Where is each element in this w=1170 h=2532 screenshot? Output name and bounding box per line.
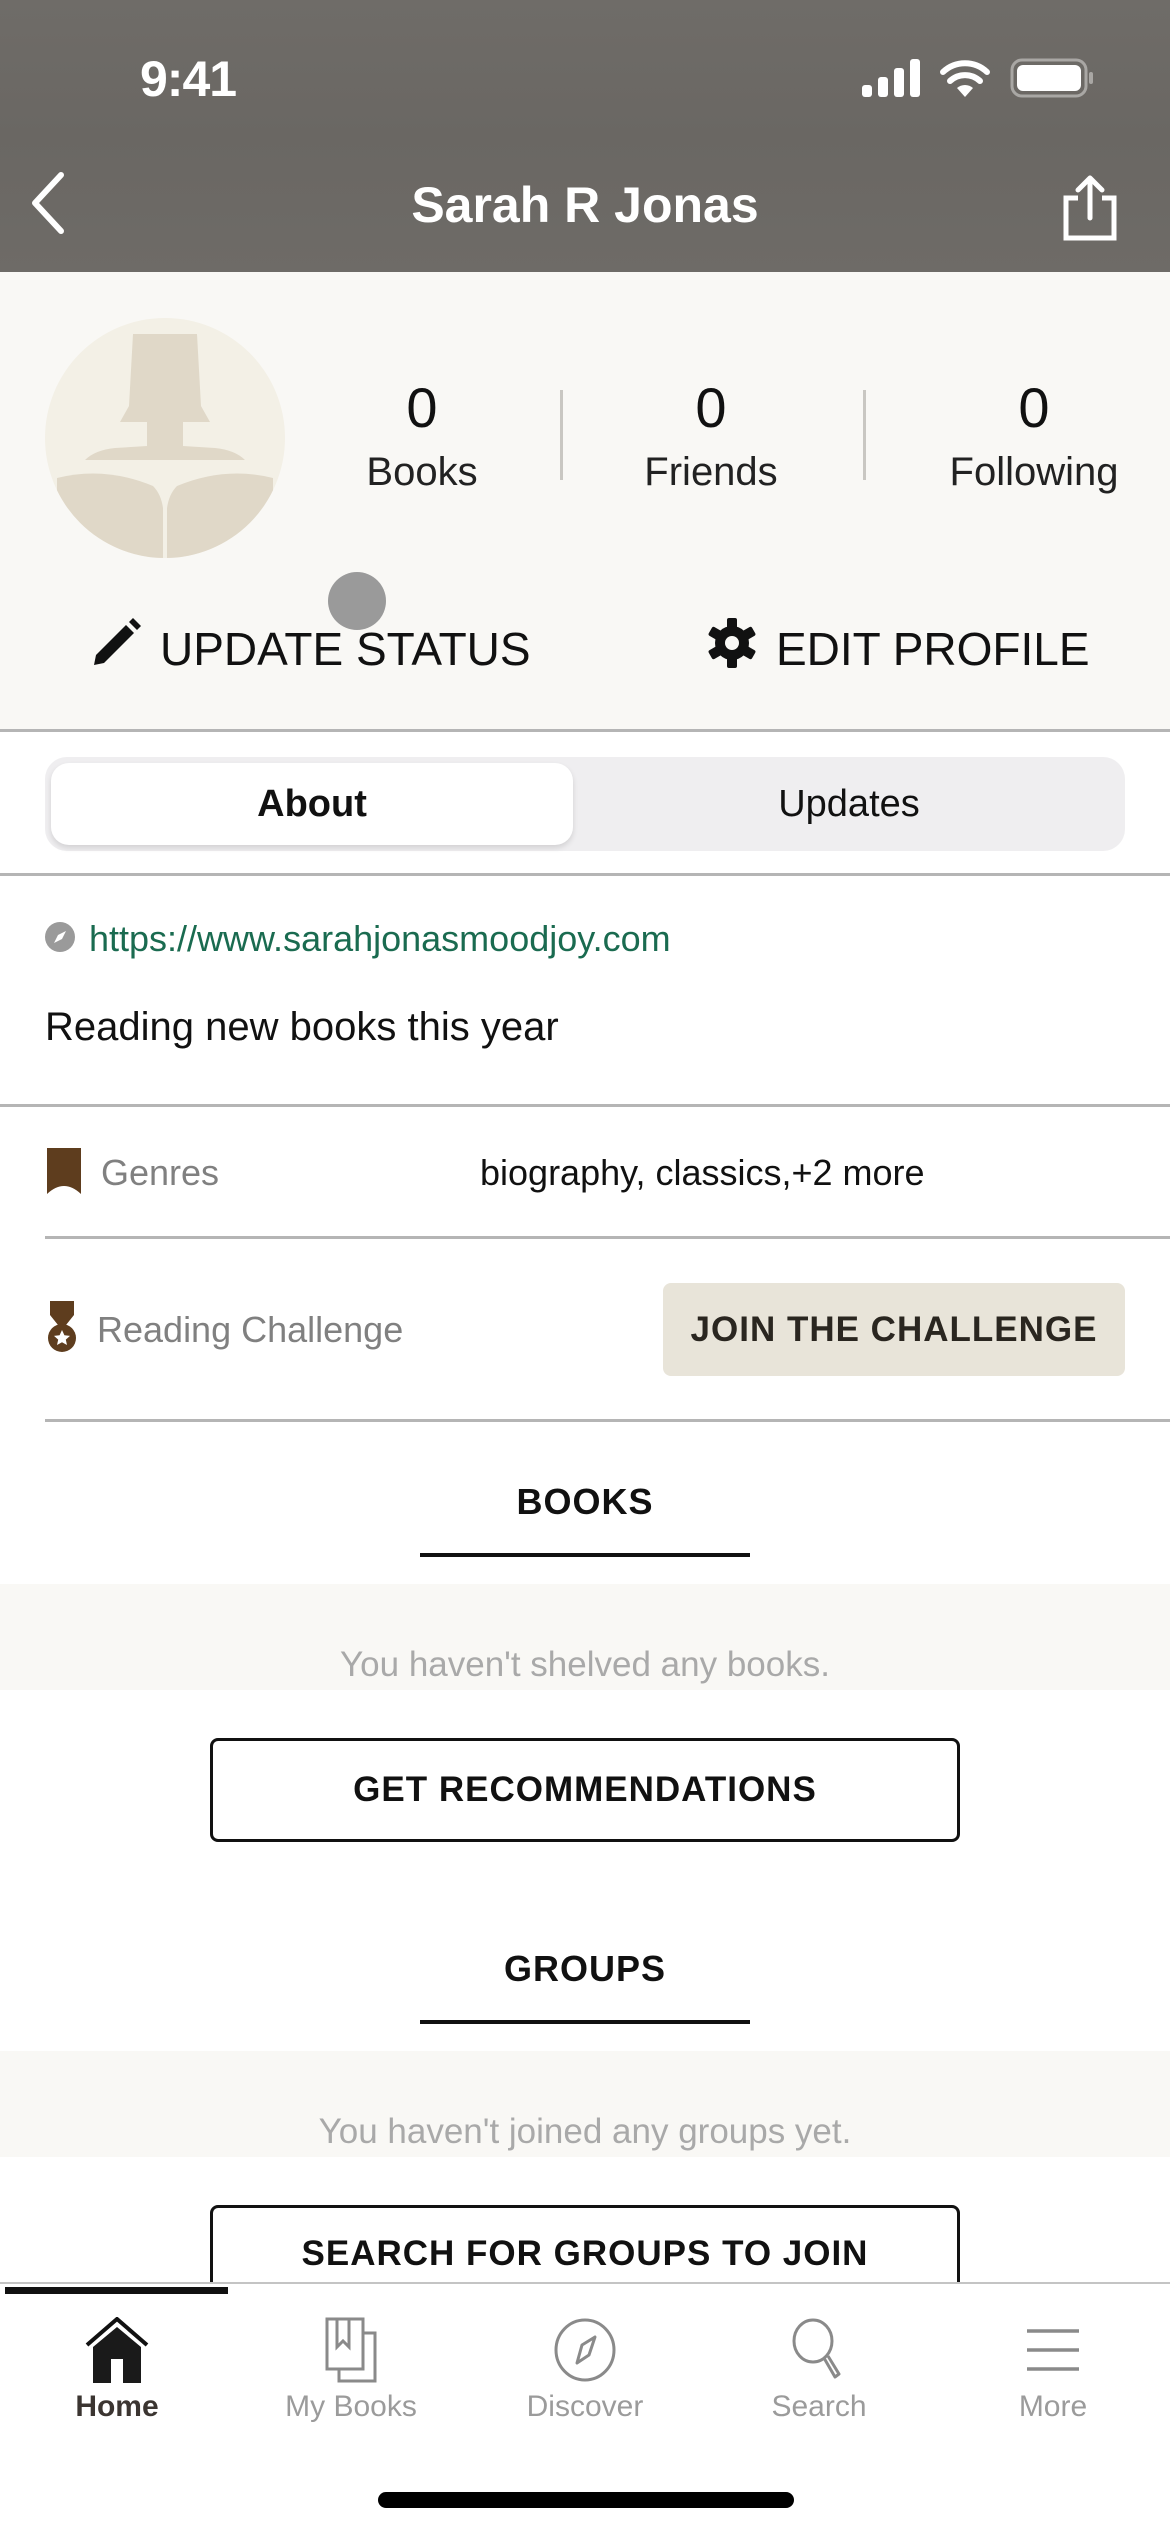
profile-summary: 0 Books 0 Friends 0 Following UPDATE STA… — [0, 272, 1170, 730]
stat-friends[interactable]: 0 Friends — [601, 380, 821, 495]
tab-search-label: Search — [771, 2390, 867, 2423]
profile-tabs: About Updates — [45, 757, 1125, 851]
avatar[interactable] — [45, 318, 285, 558]
get-recommendations-button[interactable]: GET RECOMMENDATIONS — [210, 1738, 960, 1842]
groups-section-title: GROUPS — [503, 1948, 667, 1989]
reading-challenge-row: Reading Challenge JOIN THE CHALLENGE — [45, 1283, 1125, 1376]
divider — [45, 1419, 1170, 1422]
genres-row[interactable]: Genres biography, classics,+2 more — [45, 1145, 1125, 1201]
bio-text: Reading new books this year — [45, 1005, 559, 1049]
medal-icon — [45, 1301, 79, 1358]
tab-more[interactable]: More — [936, 2284, 1170, 2454]
divider — [0, 873, 1170, 876]
website-url[interactable]: https://www.sarahjonasmoodjoy.com — [89, 918, 671, 960]
edit-profile-label: EDIT PROFILE — [776, 622, 1090, 675]
menu-icon — [1013, 2310, 1093, 2390]
stat-books-value: 0 — [406, 376, 438, 439]
books-section-title: BOOKS — [516, 1481, 654, 1522]
stat-divider — [560, 390, 563, 480]
page-title: Sarah R Jonas — [411, 177, 759, 233]
pencil-icon — [90, 617, 142, 680]
website-link[interactable]: https://www.sarahjonasmoodjoy.com — [45, 918, 671, 960]
update-status-label: UPDATE STATUS — [160, 622, 531, 675]
home-indicator[interactable] — [378, 2492, 794, 2508]
stat-following-label: Following — [949, 450, 1119, 494]
stat-books[interactable]: 0 Books — [312, 380, 532, 495]
home-icon — [77, 2310, 157, 2390]
groups-empty-text: You haven't joined any groups yet. — [318, 2112, 852, 2151]
tab-discover-label: Discover — [526, 2390, 644, 2423]
header: 9:41 Sarah R Jonas — [0, 0, 1170, 272]
gear-icon — [706, 617, 758, 680]
share-button[interactable] — [1060, 172, 1120, 242]
status-icons — [862, 58, 1094, 103]
edit-profile-button[interactable]: EDIT PROFILE — [706, 617, 1090, 680]
compass-icon — [545, 2310, 625, 2390]
tab-discover[interactable]: Discover — [468, 2284, 702, 2454]
wifi-icon — [940, 59, 990, 102]
tab-search[interactable]: Search — [702, 2284, 936, 2454]
tab-my-books[interactable]: My Books — [234, 2284, 468, 2454]
share-icon — [1060, 175, 1120, 246]
stat-friends-value: 0 — [695, 376, 727, 439]
bookmark-icon — [45, 1147, 83, 1199]
stat-divider — [863, 390, 866, 480]
cellular-signal-icon — [862, 59, 920, 102]
tab-more-label: More — [1018, 2390, 1088, 2423]
join-challenge-button[interactable]: JOIN THE CHALLENGE — [663, 1283, 1125, 1376]
update-status-button[interactable]: UPDATE STATUS — [90, 617, 531, 680]
divider — [0, 729, 1170, 732]
tab-home-label: Home — [75, 2390, 159, 2423]
divider — [0, 1104, 1170, 1107]
compass-icon — [45, 921, 75, 957]
reader-silhouette-icon — [45, 334, 285, 558]
tab-home[interactable]: Home — [0, 2284, 234, 2454]
books-empty-text: You haven't shelved any books. — [340, 1645, 830, 1684]
battery-icon — [1010, 58, 1094, 103]
search-icon — [779, 2310, 859, 2390]
tab-my-books-label: My Books — [285, 2390, 417, 2423]
reading-challenge-label: Reading Challenge — [97, 1308, 404, 1350]
books-section-underline — [420, 1553, 750, 1557]
tab-updates[interactable]: Updates — [579, 763, 1119, 845]
stat-following-value: 0 — [1018, 376, 1050, 439]
my-books-icon — [311, 2310, 391, 2390]
genres-value: biography, classics,+2 more — [480, 1152, 925, 1193]
genres-label: Genres — [101, 1152, 220, 1193]
groups-section-underline — [420, 2020, 750, 2024]
touch-indicator — [328, 572, 386, 630]
status-time: 9:41 — [140, 51, 237, 107]
stat-books-label: Books — [366, 450, 478, 494]
stat-friends-label: Friends — [644, 450, 778, 494]
tab-about[interactable]: About — [51, 763, 573, 845]
divider — [45, 1236, 1170, 1239]
stat-following[interactable]: 0 Following — [924, 380, 1144, 495]
